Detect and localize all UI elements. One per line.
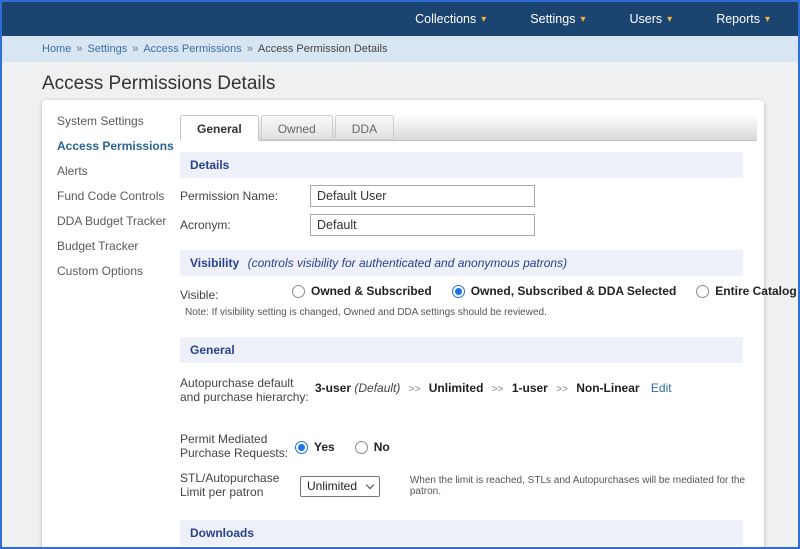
chevron-down-icon: ▾ [580,13,586,25]
radio-icon [696,284,710,298]
hierarchy-edit-link[interactable]: Edit [651,381,672,395]
radio-owned-subscribed-dda[interactable]: Owned, Subscribed & DDA Selected [451,284,676,298]
radio-icon [354,440,368,454]
sidebar-item-dda-budget-tracker[interactable]: DDA Budget Tracker [57,214,177,228]
section-title: Details [190,158,230,172]
mediated-label: Permit Mediated Purchase Requests: [180,432,289,460]
permission-name-label: Permission Name: [180,189,279,203]
app-window: Collections ▾ Settings ▾ Users ▾ Reports… [0,0,800,549]
hierarchy-label: Autopurchase default and purchase hierar… [180,376,309,404]
nav-menu-users[interactable]: Users ▾ [630,12,673,26]
tab-strip: General Owned DDA [180,115,757,141]
radio-mediated-no[interactable]: No [354,440,390,454]
section-title: Visibility [190,256,240,270]
section-title: General [190,343,235,357]
stl-limit-select[interactable]: Unlimited [300,475,380,497]
section-title: Downloads [190,526,255,540]
hierarchy-value: 3-user (Default) >> Unlimited >> 1-user … [315,381,672,395]
section-header-downloads: Downloads [180,520,743,546]
breadcrumb-separator: » [246,43,253,55]
breadcrumb-separator: » [132,43,139,55]
radio-icon [292,284,305,298]
breadcrumb-link-access-permissions[interactable]: Access Permissions [143,43,241,55]
hierarchy-row: Autopurchase default and purchase hierar… [180,372,757,404]
section-header-general: General [180,337,743,363]
stl-limit-selected-value: Unlimited [307,479,358,493]
sidebar-item-budget-tracker[interactable]: Budget Tracker [57,239,177,253]
hierarchy-separator: >> [556,384,568,395]
hierarchy-separator: >> [491,384,504,395]
radio-icon [451,284,465,298]
stl-limit-label: STL/Autopurchase Limit per patron [180,471,280,499]
nav-menu-settings[interactable]: Settings ▾ [530,12,585,26]
stl-limit-note: When the limit is reached, STLs and Auto… [409,475,746,497]
chevron-down-icon: ▾ [667,13,673,25]
page-title: Access Permissions Details [42,73,276,94]
tab-general[interactable]: General [180,115,259,141]
breadcrumb-link-home[interactable]: Home [42,43,71,55]
breadcrumb-link-settings[interactable]: Settings [87,43,127,55]
sidebar: System Settings Access Permissions Alert… [57,114,177,289]
nav-menu-label: Users [629,12,663,26]
sidebar-item-system-settings[interactable]: System Settings [57,114,177,128]
section-header-details: Details [180,152,743,178]
tab-dda[interactable]: DDA [334,115,395,140]
breadcrumb-current: Access Permission Details [257,43,388,55]
nav-menu-label: Collections [415,12,477,26]
chevron-down-icon: ▾ [481,13,487,25]
sidebar-item-fund-code-controls[interactable]: Fund Code Controls [57,189,177,203]
hierarchy-separator: >> [408,384,421,395]
mediated-row: Permit Mediated Purchase Requests: Yes N… [180,428,757,460]
title-bar: Access Permissions Details [2,62,798,105]
sidebar-item-custom-options[interactable]: Custom Options [57,264,177,278]
breadcrumb-separator: » [76,43,83,55]
nav-menu-collections[interactable]: Collections ▾ [415,12,486,26]
permission-name-row: Permission Name: [180,185,757,207]
nav-menu-label: Reports [716,12,760,26]
acronym-input[interactable] [310,214,535,236]
permission-name-input[interactable] [310,185,535,207]
acronym-label: Acronym: [180,218,231,232]
visible-row: Visible: Owned & Subscribed Owned, Subsc… [180,284,797,302]
visible-label: Visible: [180,288,219,302]
breadcrumb: Home » Settings » Access Permissions » A… [2,36,798,62]
chevron-down-icon: ▾ [764,13,770,25]
sidebar-item-access-permissions[interactable]: Access Permissions [57,139,177,153]
nav-menu-reports[interactable]: Reports ▾ [716,12,770,26]
content-card: System Settings Access Permissions Alert… [42,100,797,547]
radio-icon [295,440,308,454]
visible-radio-group: Owned & Subscribed Owned, Subscribed & D… [292,284,798,298]
chevron-down-icon [365,480,375,489]
sidebar-item-alerts[interactable]: Alerts [57,164,177,178]
visibility-note: Note: If visibility setting is changed, … [185,307,547,318]
radio-entire-catalog[interactable]: Entire Catalog [696,284,797,298]
nav-menu-label: Settings [530,12,576,26]
main-content: General Owned DDA Details Permission Nam… [180,115,797,547]
radio-mediated-yes[interactable]: Yes [295,440,335,454]
top-nav: Collections ▾ Settings ▾ Users ▾ Reports… [2,2,798,36]
section-subtitle: (controls visibility for authenticated a… [247,256,568,270]
acronym-row: Acronym: [180,214,757,236]
mediated-radio-group: Yes No [295,428,410,454]
tab-owned[interactable]: Owned [260,115,333,140]
radio-owned-subscribed[interactable]: Owned & Subscribed [292,284,432,298]
stl-limit-row: STL/Autopurchase Limit per patron Unlimi… [180,467,757,499]
section-header-visibility: Visibility (controls visibility for auth… [180,250,743,276]
